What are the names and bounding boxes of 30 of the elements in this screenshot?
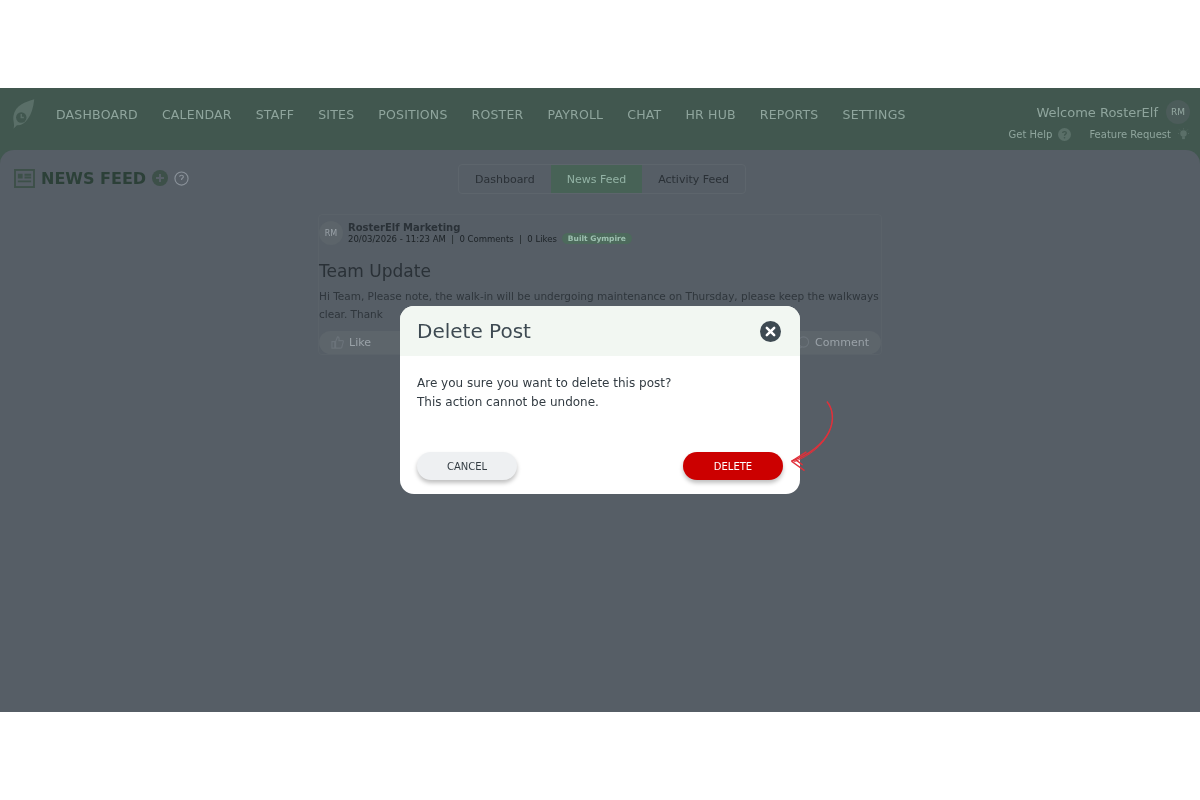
feature-request-link[interactable]: Feature Request [1089,129,1171,140]
help-link[interactable]: Get Help [1008,129,1053,140]
nav-link[interactable]: POSITIONS [378,107,448,122]
nav-link[interactable]: REPORTS [759,107,819,122]
nav-link[interactable]: ROSTER [471,107,524,122]
add-icon[interactable] [152,170,169,186]
user-avatar[interactable]: RM [1166,100,1190,124]
lightbulb-icon[interactable] [1177,128,1190,141]
help-icon[interactable] [1058,128,1072,141]
author-avatar: RM [319,221,343,245]
close-icon[interactable] [760,320,781,342]
dialog-message: This action cannot be undone. [417,394,600,411]
nav-link[interactable]: STAFF [255,107,295,122]
like-button[interactable]: Like [319,336,383,349]
delete-button[interactable]: DELETE [683,452,783,480]
leaf-clock-icon [10,98,36,130]
nav-link[interactable]: CHAT [627,107,662,122]
help-icon[interactable] [174,170,190,186]
newspaper-icon [14,168,35,188]
nav-link[interactable]: DASHBOARD [56,107,138,122]
nav-link[interactable]: SITES [318,107,355,122]
nav-link[interactable]: CALENDAR [161,107,232,122]
dialog-title: Delete Post [417,319,531,343]
welcome-text: Welcome RosterElf [1036,104,1158,120]
dialog-message: Are you sure you want to delete this post? [417,375,673,392]
nav-link[interactable]: PAYROLL [547,107,604,122]
nav-link[interactable]: SETTINGS [842,107,906,122]
tab[interactable]: News Feed [550,165,643,193]
nav-link[interactable]: HR HUB [685,107,736,122]
cancel-button[interactable]: CANCEL [417,452,517,480]
